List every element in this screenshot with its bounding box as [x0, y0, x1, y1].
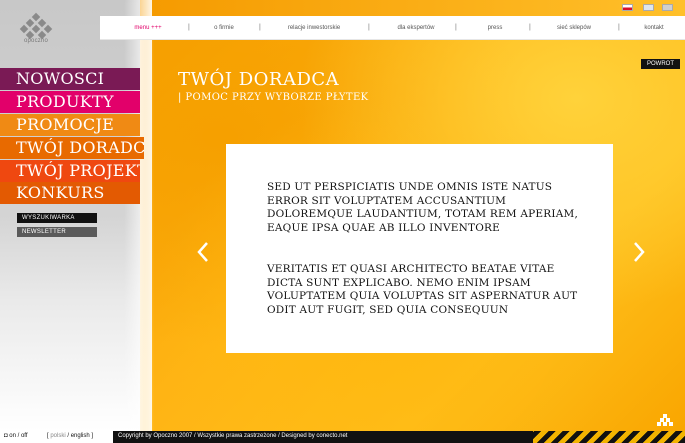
nav-separator: |	[618, 24, 620, 31]
nav-item-kontakt[interactable]: kontakt	[644, 25, 663, 31]
nav-separator: |	[368, 24, 370, 31]
pl-flag-icon[interactable]	[622, 4, 633, 11]
sound-toggle-label: on / off	[9, 433, 28, 439]
side-menu-twoj-doradca[interactable]: TWÓJ DORADCA	[0, 137, 144, 159]
top-orange-strip	[140, 0, 685, 16]
page-title: TWÓJ DORADCA	[178, 69, 340, 90]
side-menu-promocje[interactable]: PROMOCJE	[0, 114, 140, 136]
footer: ◘ on / off [ polski / english ] Copyrigh…	[0, 431, 685, 443]
nav-item-relacje-inwestorskie[interactable]: relacje inwestorskie	[288, 25, 340, 31]
lang-polski-link[interactable]: polski	[50, 433, 65, 439]
footer-hazard-stripes	[533, 431, 685, 443]
nav-item-dla-ekspertow[interactable]: dla ekspertów	[397, 25, 434, 31]
nav-item-press[interactable]: press	[488, 25, 503, 31]
sound-toggle[interactable]: ◘ on / off	[4, 433, 28, 439]
search-button[interactable]: WYSZUKIWARKA	[17, 213, 97, 223]
content-paragraph: VERITATIS ET QUASI ARCHITECTO BEATAE VIT…	[267, 263, 578, 316]
lang-english-link[interactable]: english	[71, 433, 90, 439]
back-button[interactable]: POWROT	[641, 59, 680, 69]
nav-separator: |	[529, 24, 531, 31]
nav-item-menu[interactable]: menu +++	[134, 25, 161, 31]
bracket: [	[47, 433, 49, 439]
nav-separator: |	[259, 24, 261, 31]
main-nav: menu +++ | o firmie | relacje inwestorsk…	[100, 16, 685, 40]
side-menu-konkurs[interactable]: KONKURS	[0, 182, 140, 204]
side-menu-twoj-projekt[interactable]: TWÓJ PROJEKT	[0, 160, 140, 182]
top-navigation-bar: menu +++ | o firmie | relacje inwestorsk…	[100, 16, 685, 40]
de-flag-icon[interactable]	[662, 4, 673, 11]
en-flag-icon[interactable]	[643, 4, 654, 11]
logo-text: opoczno	[23, 38, 49, 44]
chevron-right-icon[interactable]	[631, 240, 647, 264]
language-switcher: [ polski / english ]	[47, 433, 93, 439]
left-panel-shade	[124, 0, 152, 431]
nav-separator: |	[455, 24, 457, 31]
chevron-left-icon[interactable]	[195, 240, 211, 264]
bracket: ]	[91, 433, 94, 439]
nav-separator: |	[188, 24, 190, 31]
page-subtitle: | POMOC PRZY WYBORZE PŁYTEK	[178, 92, 369, 103]
newsletter-button[interactable]: NEWSLETTER	[17, 227, 97, 237]
copyright-text: Copyright by Opoczno 2007 / Wszystkie pr…	[118, 433, 348, 439]
nav-item-o-firmie[interactable]: o firmie	[214, 25, 234, 31]
nav-item-siec-sklepow[interactable]: sieć sklepów	[557, 25, 591, 31]
content-box: SED UT PERSPICIATIS UNDE OMNIS ISTE NATU…	[226, 144, 613, 353]
blocks-icon[interactable]	[657, 414, 673, 426]
content-paragraph: SED UT PERSPICIATIS UNDE OMNIS ISTE NATU…	[267, 181, 579, 234]
side-menu-nowosci[interactable]: NOWOSCI	[0, 68, 140, 90]
side-menu-produkty[interactable]: PRODUKTY	[0, 91, 140, 113]
